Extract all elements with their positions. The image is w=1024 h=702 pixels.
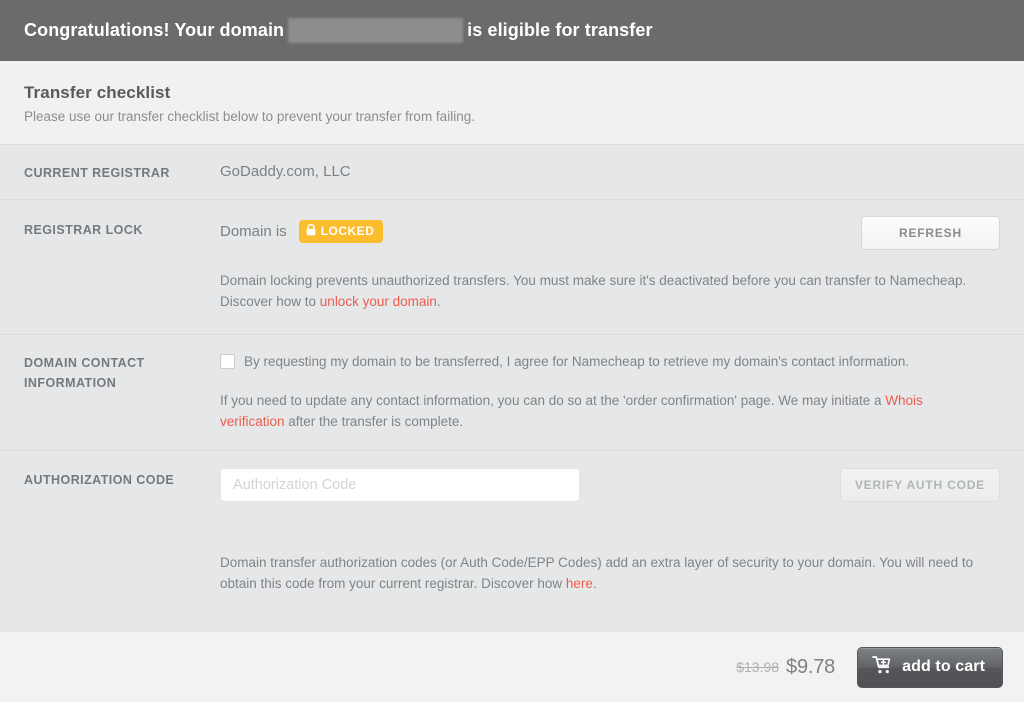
contact-desc-part1: If you need to update any contact inform…: [220, 393, 886, 408]
auth-code-here-link[interactable]: here: [566, 576, 593, 591]
row-label-current-registrar: CURRENT REGISTRAR: [24, 166, 170, 180]
banner-text-after: is eligible for transfer: [467, 20, 653, 40]
current-registrar-value: GoDaddy.com, LLC: [220, 163, 351, 180]
unlock-your-domain-link[interactable]: unlock your domain: [320, 294, 437, 309]
refresh-button[interactable]: REFRESH: [861, 216, 1000, 250]
redacted-domain-name: [288, 18, 464, 43]
row-authorization-code: AUTHORIZATION CODE VERIFY AUTH CODE Doma…: [0, 451, 1024, 639]
row-body-registrar-lock: Domain is LOCKED Domain locking prevents…: [220, 216, 1000, 312]
row-current-registrar: CURRENT REGISTRAR GoDaddy.com, LLC: [0, 145, 1024, 200]
auth-desc-part2: .: [592, 576, 597, 591]
transfer-checklist-page: Congratulations! Your domain is eligible…: [0, 0, 1024, 702]
lock-desc-part2: .: [436, 294, 441, 309]
checklist-rows: CURRENT REGISTRAR GoDaddy.com, LLC REGIS…: [0, 145, 1024, 639]
banner-text: Congratulations! Your domain is eligible…: [24, 18, 653, 43]
contact-consent-line: By requesting my domain to be transferre…: [220, 351, 1000, 372]
authorization-code-input[interactable]: [220, 468, 580, 502]
purchase-footer: $13.98 $9.78 add to cart: [0, 632, 1024, 702]
price-original: $13.98: [736, 659, 780, 675]
eligibility-banner: Congratulations! Your domain is eligible…: [0, 0, 1024, 61]
price-current: $9.78: [786, 655, 836, 678]
verify-auth-code-button[interactable]: VERIFY AUTH CODE: [839, 468, 1000, 502]
shopping-cart-plus-icon: [872, 655, 893, 680]
row-domain-contact-information: DOMAIN CONTACT INFORMATION By requesting…: [0, 335, 1024, 451]
status-badge-locked: LOCKED: [298, 219, 384, 243]
intro-block: Transfer checklist Please use our transf…: [0, 61, 1024, 145]
contact-information-description: If you need to update any contact inform…: [220, 390, 965, 432]
row-label-domain-contact-information: DOMAIN CONTACT INFORMATION: [24, 356, 145, 390]
row-label-authorization-code: AUTHORIZATION CODE: [24, 473, 175, 487]
row-label-registrar-lock: REGISTRAR LOCK: [24, 223, 143, 237]
contact-desc-part2: after the transfer is complete.: [284, 414, 464, 429]
domain-is-label: Domain is: [220, 222, 287, 240]
registrar-lock-description: Domain locking prevents unauthorized tra…: [220, 270, 1000, 312]
page-title: Transfer checklist: [24, 83, 171, 102]
status-badge-label: LOCKED: [320, 223, 375, 238]
add-to-cart-label: add to cart: [902, 658, 985, 675]
contact-consent-checkbox[interactable]: [220, 354, 235, 369]
row-body-domain-contact-information: By requesting my domain to be transferre…: [220, 351, 1000, 432]
row-registrar-lock: REGISTRAR LOCK Domain is LOCKED Domain l…: [0, 200, 1024, 335]
row-body-authorization-code: VERIFY AUTH CODE Domain transfer authori…: [220, 468, 1000, 594]
authorization-code-description: Domain transfer authorization codes (or …: [220, 552, 1000, 594]
add-to-cart-button[interactable]: add to cart: [857, 646, 1003, 688]
contact-consent-label: By requesting my domain to be transferre…: [244, 354, 910, 369]
row-body-current-registrar: GoDaddy.com, LLC: [220, 161, 1000, 183]
page-subtitle: Please use our transfer checklist below …: [24, 109, 475, 124]
lock-icon: [306, 223, 316, 239]
banner-text-before: Congratulations! Your domain: [24, 20, 285, 40]
